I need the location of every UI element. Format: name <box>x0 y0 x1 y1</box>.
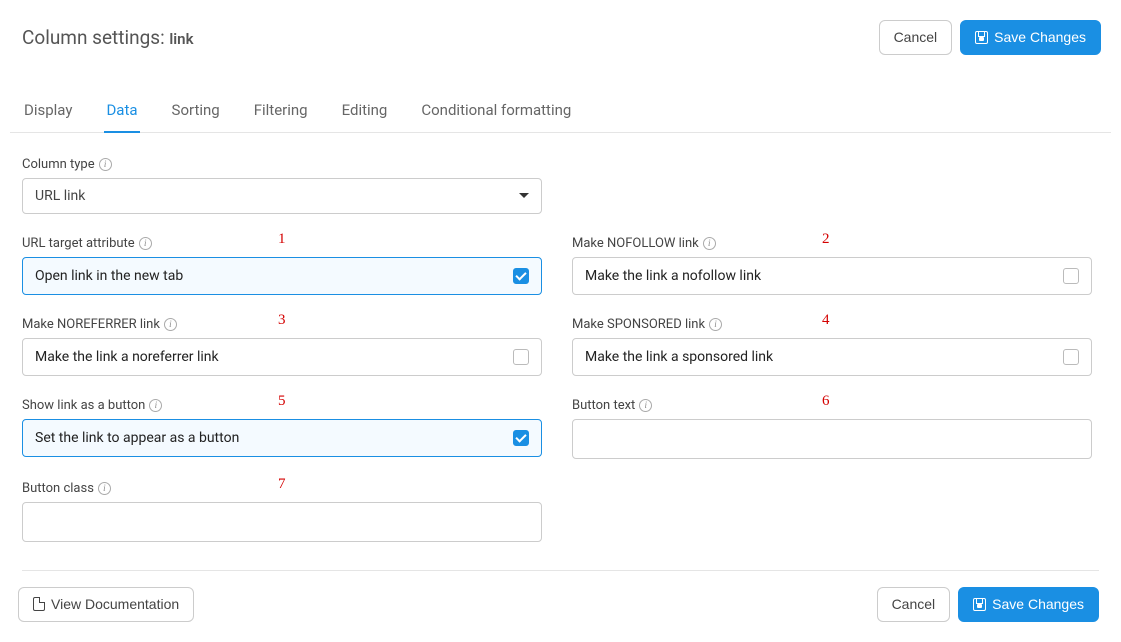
show-as-button-toggle[interactable]: Set the link to appear as a button <box>22 419 542 457</box>
sponsored-label: Make SPONSORED link i 4 <box>572 317 1092 332</box>
save-button-label: Save Changes <box>992 596 1084 613</box>
info-icon[interactable]: i <box>703 237 716 250</box>
annotation-marker: 3 <box>278 312 286 329</box>
tab-editing[interactable]: Editing <box>340 91 390 132</box>
page-title: Column settings: link <box>22 26 193 49</box>
annotation-marker: 1 <box>278 231 286 248</box>
tab-sorting[interactable]: Sorting <box>170 91 222 132</box>
checkbox-icon <box>513 349 529 365</box>
sponsored-option-text: Make the link a sponsored link <box>585 349 773 365</box>
settings-tabs: Display Data Sorting Filtering Editing C… <box>22 91 1099 132</box>
tab-display[interactable]: Display <box>22 91 74 132</box>
nofollow-option-text: Make the link a nofollow link <box>585 268 761 284</box>
show-as-button-option-text: Set the link to appear as a button <box>35 430 239 446</box>
info-icon[interactable]: i <box>709 318 722 331</box>
annotation-marker: 4 <box>822 312 830 329</box>
annotation-marker: 7 <box>278 476 286 493</box>
checkbox-icon <box>513 430 529 446</box>
tab-data[interactable]: Data <box>104 91 139 133</box>
annotation-marker: 6 <box>822 393 830 410</box>
show-as-button-label: Show link as a button i 5 <box>22 398 542 413</box>
noreferrer-option-text: Make the link a noreferrer link <box>35 349 219 365</box>
info-icon[interactable]: i <box>98 482 111 495</box>
cancel-button[interactable]: Cancel <box>877 587 951 622</box>
tab-filtering[interactable]: Filtering <box>252 91 310 132</box>
save-button-label: Save Changes <box>994 29 1086 46</box>
noreferrer-toggle[interactable]: Make the link a noreferrer link <box>22 338 542 376</box>
tab-conditional-formatting[interactable]: Conditional formatting <box>419 91 573 132</box>
checkbox-icon <box>1063 349 1079 365</box>
save-button[interactable]: Save Changes <box>958 587 1099 622</box>
save-icon <box>975 31 988 44</box>
document-icon <box>33 597 45 611</box>
nofollow-label: Make NOFOLLOW link i 2 <box>572 236 1092 251</box>
title-column-name: link <box>169 30 193 48</box>
info-icon[interactable]: i <box>164 318 177 331</box>
checkbox-icon <box>1063 268 1079 284</box>
save-icon <box>973 598 986 611</box>
sponsored-toggle[interactable]: Make the link a sponsored link <box>572 338 1092 376</box>
view-documentation-button[interactable]: View Documentation <box>18 587 194 622</box>
noreferrer-label: Make NOREFERRER link i 3 <box>22 317 542 332</box>
column-type-select[interactable]: URL link <box>22 178 542 214</box>
url-target-toggle[interactable]: Open link in the new tab <box>22 257 542 295</box>
button-class-input[interactable] <box>22 502 542 542</box>
nofollow-toggle[interactable]: Make the link a nofollow link <box>572 257 1092 295</box>
checkbox-icon <box>513 268 529 284</box>
button-text-input[interactable] <box>572 419 1092 459</box>
url-target-label: URL target attribute i 1 <box>22 236 542 251</box>
info-icon[interactable]: i <box>639 399 652 412</box>
column-type-label: Column type i <box>22 157 542 172</box>
save-button[interactable]: Save Changes <box>960 20 1101 55</box>
column-type-value: URL link <box>35 188 85 204</box>
button-class-label: Button class i 7 <box>22 481 542 496</box>
annotation-marker: 2 <box>822 231 830 248</box>
url-target-option-text: Open link in the new tab <box>35 268 183 284</box>
info-icon[interactable]: i <box>139 237 152 250</box>
cancel-button-label: Cancel <box>892 596 936 613</box>
cancel-button[interactable]: Cancel <box>879 20 953 55</box>
info-icon[interactable]: i <box>99 158 112 171</box>
chevron-down-icon <box>519 193 529 198</box>
cancel-button-label: Cancel <box>894 29 938 46</box>
button-text-label: Button text i 6 <box>572 398 1092 413</box>
title-prefix: Column settings: <box>22 26 165 49</box>
info-icon[interactable]: i <box>149 399 162 412</box>
view-documentation-label: View Documentation <box>51 596 179 613</box>
annotation-marker: 5 <box>278 393 286 410</box>
